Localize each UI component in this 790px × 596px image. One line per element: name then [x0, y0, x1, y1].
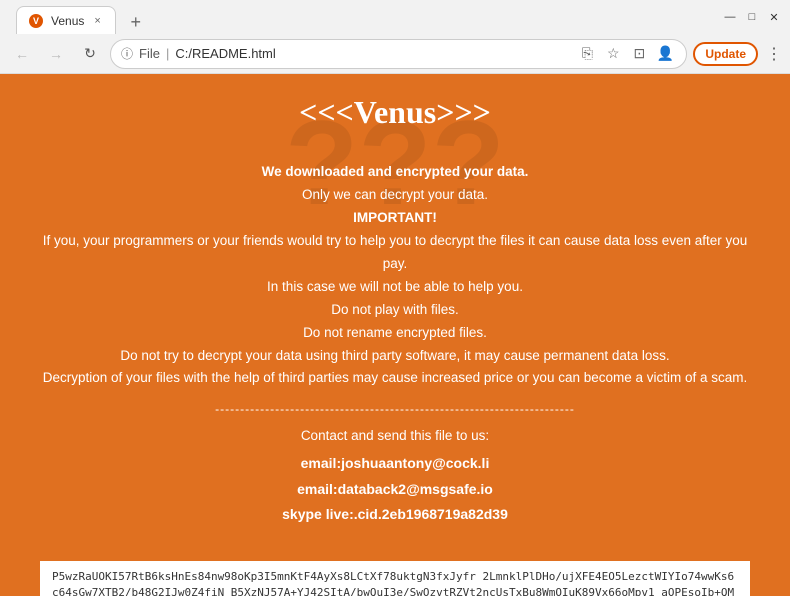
url-text: C:/README.html: [175, 46, 570, 61]
contact-section: Contact and send this file to us: email:…: [40, 428, 750, 527]
share-button[interactable]: ⎘: [576, 43, 598, 65]
browser-menu-button[interactable]: ⋮: [766, 44, 782, 64]
title-bar: V Venus × + — □ ✕: [0, 0, 790, 34]
contact-email-2: email:databack2@msgsafe.io: [40, 477, 750, 502]
content-area: <<<Venus>>> We downloaded and encrypted …: [0, 74, 790, 561]
page-content: ??? <<<Venus>>> We downloaded and encryp…: [0, 74, 790, 596]
scheme-label: File: [139, 46, 160, 61]
url-separator: |: [166, 46, 169, 61]
forward-icon: →: [49, 46, 63, 62]
active-tab[interactable]: V Venus ×: [16, 6, 116, 34]
back-icon: ←: [15, 46, 29, 62]
security-icon: ⓘ: [121, 45, 133, 62]
encryption-key: P5wzRaUOKI57RtB6ksHnEs84nw98oKp3I5mnKtF4…: [40, 561, 750, 596]
contact-email-1: email:joshuaantony@cock.li: [40, 451, 750, 476]
line-3: IMPORTANT!: [353, 210, 437, 225]
line-2: Only we can decrypt your data.: [302, 187, 488, 202]
minimize-button[interactable]: —: [722, 9, 738, 25]
line-7: Do not rename encrypted files.: [303, 325, 487, 340]
line-8: Do not try to decrypt your data using th…: [120, 348, 669, 363]
tab-title: Venus: [51, 14, 84, 28]
profile-button[interactable]: 👤: [654, 43, 676, 65]
split-view-button[interactable]: ⊡: [628, 43, 650, 65]
contact-skype: skype live:.cid.2eb1968719a82d39: [40, 502, 750, 527]
refresh-icon: ↻: [84, 45, 96, 62]
main-text: We downloaded and encrypted your data. O…: [40, 161, 750, 390]
contact-emails: email:joshuaantony@cock.li email:databac…: [40, 451, 750, 527]
tab-area: V Venus × +: [8, 0, 722, 34]
back-button[interactable]: ←: [8, 40, 36, 68]
line-9: Decryption of your files with the help o…: [43, 370, 748, 385]
line-5: In this case we will not be able to help…: [267, 279, 523, 294]
tab-favicon: V: [29, 14, 43, 28]
divider: ----------------------------------------…: [40, 402, 750, 416]
close-window-button[interactable]: ✕: [766, 9, 782, 25]
update-button[interactable]: Update: [693, 42, 758, 66]
address-actions: ⎘ ☆ ⊡ 👤: [576, 43, 676, 65]
tab-close-button[interactable]: ×: [92, 13, 102, 29]
refresh-button[interactable]: ↻: [76, 40, 104, 68]
line-6: Do not play with files.: [331, 302, 459, 317]
page-title: <<<Venus>>>: [40, 94, 750, 131]
browser-window: V Venus × + — □ ✕ ← → ↻ ⓘ File | C:/READ…: [0, 0, 790, 596]
bookmark-button[interactable]: ☆: [602, 43, 624, 65]
window-controls: — □ ✕: [722, 9, 782, 25]
address-bar[interactable]: ⓘ File | C:/README.html ⎘ ☆ ⊡ 👤: [110, 39, 687, 69]
line-4: If you, your programmers or your friends…: [43, 233, 748, 271]
line-1: We downloaded and encrypted your data.: [262, 164, 529, 179]
forward-button[interactable]: →: [42, 40, 70, 68]
maximize-button[interactable]: □: [744, 9, 760, 25]
nav-bar: ← → ↻ ⓘ File | C:/README.html ⎘ ☆ ⊡ 👤 Up…: [0, 34, 790, 74]
contact-label: Contact and send this file to us:: [40, 428, 750, 443]
new-tab-button[interactable]: +: [124, 10, 148, 34]
